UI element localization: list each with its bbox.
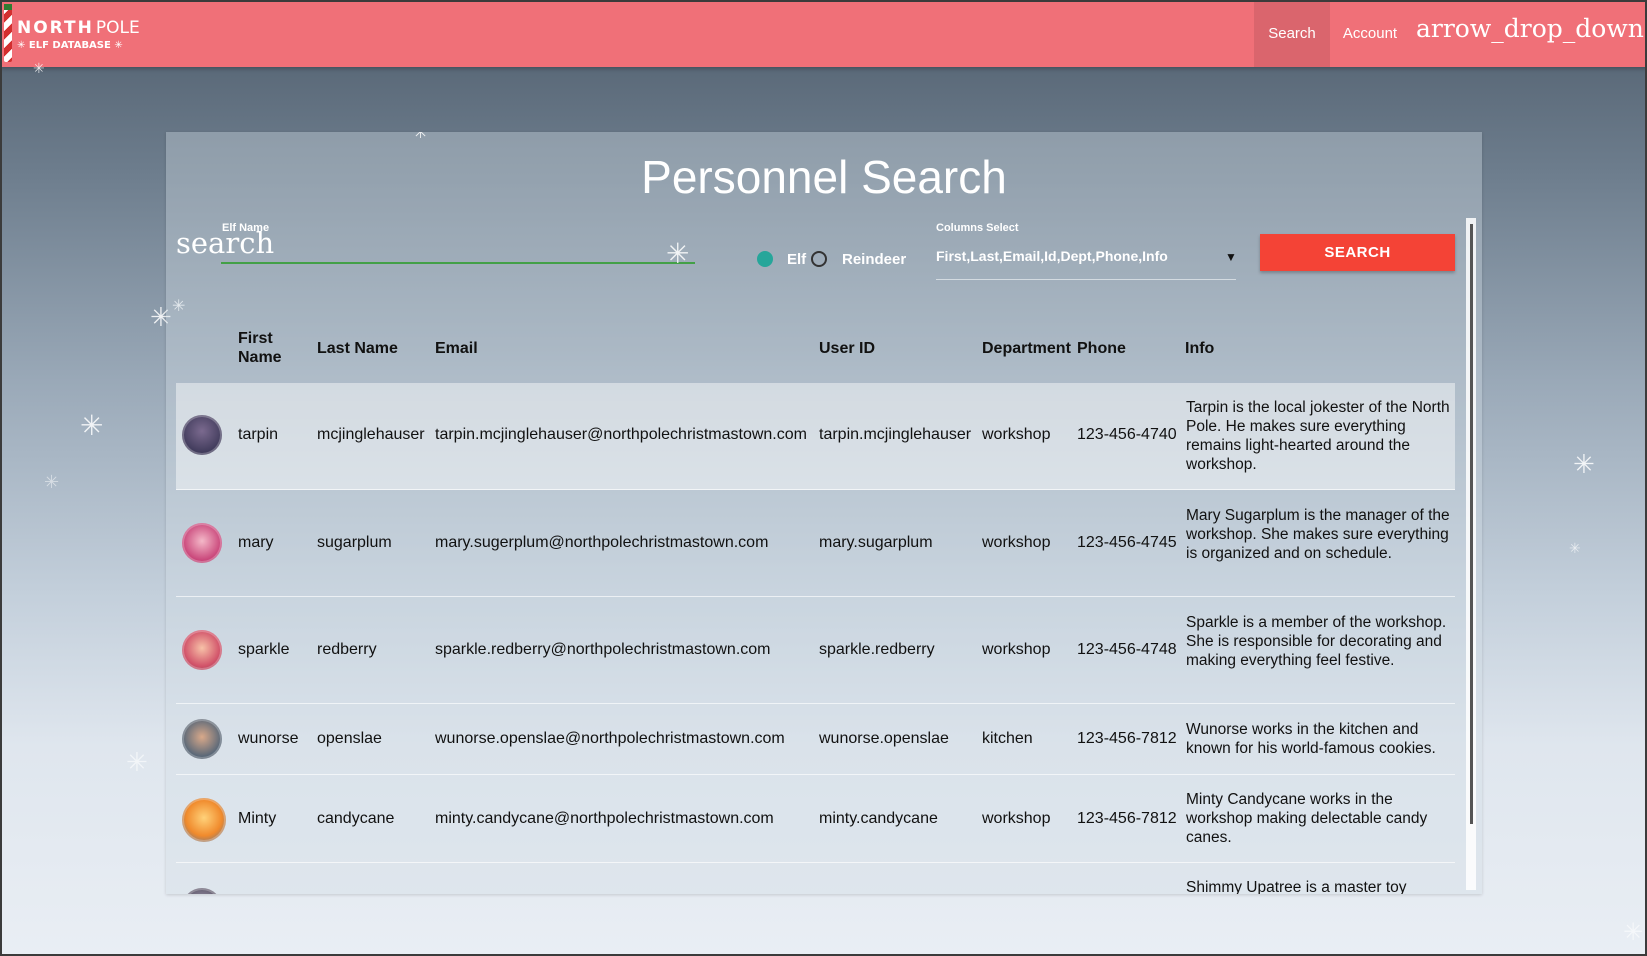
table-row[interactable]: wunorse openslae wunorse.openslae@northp… [176, 704, 1455, 775]
cell-info: Tarpin is the local jokester of the Nort… [1186, 399, 1450, 473]
cell-email: tarpin.mcjinglehauser@northpolechristmas… [435, 426, 807, 443]
cell-last-name: openslae [317, 730, 382, 747]
cell-info: Minty Candycane works in the workshop ma… [1186, 791, 1428, 846]
logo-subtitle: ✳︎ ELF DATABASE ✳︎ [17, 40, 123, 51]
cell-department: workshop [982, 426, 1051, 443]
nav-search-link[interactable]: Search [1254, 0, 1330, 67]
table-scrollbar-thumb[interactable] [1470, 224, 1473, 824]
cell-department: workshop [982, 641, 1051, 658]
elf-name-search-input[interactable] [221, 229, 695, 264]
table-row[interactable]: Minty candycane minty.candycane@northpol… [176, 775, 1455, 863]
cell-info: Sparkle is a member of the workshop. She… [1186, 614, 1447, 669]
snowflake-icon: ✳︎ [413, 132, 429, 143]
page-title: Personnel Search [641, 151, 1007, 203]
cell-phone: 123-456-4740 [1077, 426, 1177, 443]
cell-phone: 123-456-7812 [1077, 810, 1177, 827]
radio-elf[interactable] [757, 251, 773, 267]
logo-north-pole-text: NORTH POLE [17, 18, 140, 38]
cell-department: workshop [982, 810, 1051, 827]
elf-avatar-sparkle [182, 630, 222, 670]
cell-email: wunorse.openslae@northpolechristmastown.… [435, 730, 785, 747]
cell-phone: 123-456-7812 [1077, 730, 1177, 747]
table-row[interactable]: mary sugarplum mary.sugerplum@northpolec… [176, 490, 1455, 597]
column-header-email: Email [435, 340, 478, 357]
cell-user-id: wunorse.openslae [819, 730, 949, 747]
cell-last-name: candycane [317, 810, 395, 827]
logo-north: NORTH [17, 18, 94, 38]
account-dropdown-icon[interactable]: arrow_drop_down [1416, 14, 1644, 43]
table-row[interactable]: Shimmy Upatree is a master toy [176, 863, 1455, 894]
snowflake-icon: ✳︎ [1569, 541, 1581, 557]
radio-reindeer-label[interactable]: Reindeer [842, 251, 906, 268]
cell-email: sparkle.redberry@northpolechristmastown.… [435, 641, 771, 658]
column-header-info: Info [1185, 340, 1215, 357]
cell-first-name: Minty [238, 810, 277, 827]
snowflake-icon: ✳︎ [114, 40, 123, 51]
columns-select-label: Columns Select [936, 222, 1019, 234]
radio-reindeer[interactable] [811, 251, 827, 267]
elf-avatar-mary [182, 523, 222, 563]
cell-department: kitchen [982, 730, 1033, 747]
north-pole-logo[interactable]: NORTH POLE ✳︎ ELF DATABASE ✳︎ [4, 4, 140, 62]
cell-email: mary.sugerplum@northpolechristmastown.co… [435, 534, 769, 551]
column-header-last-name: Last Name [317, 340, 398, 357]
cell-info: Wunorse works in the kitchen and known f… [1186, 721, 1436, 757]
cell-first-name: wunorse [238, 730, 299, 747]
cell-user-id: minty.candycane [819, 810, 938, 827]
cell-email: minty.candycane@northpolechristmastown.c… [435, 810, 774, 827]
columns-select[interactable]: First,Last,Email,Id,Dept,Phone,Info [936, 248, 1168, 264]
cell-last-name: mcjinglehauser [317, 426, 425, 443]
caret-down-icon[interactable]: ▼ [1225, 250, 1237, 264]
candy-cane-top [4, 4, 12, 10]
cell-info: Shimmy Upatree is a master toy [1186, 879, 1407, 894]
cell-department: workshop [982, 534, 1051, 551]
logo-pole: POLE [95, 18, 140, 38]
snowflake-icon: ✳︎ [126, 748, 148, 778]
radio-elf-label[interactable]: Elf [787, 251, 806, 268]
elf-avatar-tarpin [182, 415, 222, 455]
column-header-first-name: First Name [238, 330, 282, 366]
column-header-phone: Phone [1077, 340, 1126, 357]
snowflake-icon: ✳︎ [17, 40, 26, 51]
snowflake-icon: ✳︎ [666, 237, 690, 270]
cell-phone: 123-456-4745 [1077, 534, 1177, 551]
logo-elf-database: ELF DATABASE [28, 40, 111, 51]
cell-info: Mary Sugarplum is the manager of the wor… [1186, 507, 1450, 562]
personnel-search-card: Personnel Search ✳︎ Elf Name search ✳︎ E… [166, 132, 1482, 894]
cell-first-name: mary [238, 534, 274, 551]
elf-avatar-minty [182, 798, 226, 842]
nav-account-link[interactable]: Account [1330, 0, 1410, 67]
cell-user-id: mary.sugarplum [819, 534, 933, 551]
search-button[interactable]: SEARCH [1260, 234, 1455, 271]
elf-avatar-shimmy [182, 888, 222, 894]
cell-last-name: redberry [317, 641, 377, 658]
top-app-bar: NORTH POLE ✳︎ ELF DATABASE ✳︎ Search Acco… [0, 0, 1647, 67]
table-row[interactable]: sparkle redberry sparkle.redberry@northp… [176, 597, 1455, 704]
cell-user-id: sparkle.redberry [819, 641, 935, 658]
cell-user-id: tarpin.mcjinglehauser [819, 426, 972, 443]
snowflake-icon: ✳︎ [80, 409, 104, 442]
cell-last-name: sugarplum [317, 534, 392, 551]
candy-cane-icon [4, 6, 12, 62]
column-header-user-id: User ID [819, 340, 876, 357]
snowflake-icon: ✳︎ [1573, 450, 1595, 480]
column-header-department: Department [982, 340, 1071, 357]
columns-select-underline [936, 279, 1236, 280]
snowflake-icon: ✳︎ [33, 61, 45, 77]
elf-avatar-wunorse [182, 719, 222, 759]
snowflake-icon: ✳︎ [44, 472, 60, 493]
cell-first-name: tarpin [238, 426, 279, 443]
cell-phone: 123-456-4748 [1077, 641, 1177, 658]
cell-first-name: sparkle [238, 641, 290, 658]
table-row[interactable]: tarpin mcjinglehauser tarpin.mcjinglehau… [176, 383, 1455, 490]
snowflake-icon: ✳︎ [1623, 918, 1644, 946]
